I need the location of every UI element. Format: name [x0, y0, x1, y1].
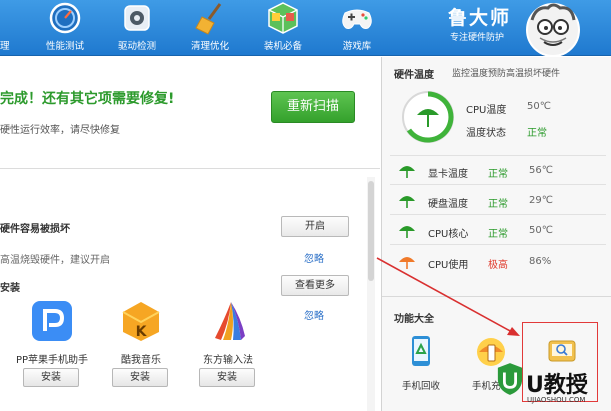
- brand: 鲁大师 专注硬件防护: [448, 3, 512, 43]
- divider: [390, 244, 606, 245]
- sensor-label: 硬盘温度: [428, 199, 468, 210]
- row1-desc: 高温烧毁硬件，建议开启: [0, 255, 110, 266]
- sensor-status: 正常: [488, 169, 508, 180]
- nav-label: 驱动检测: [117, 41, 156, 52]
- nav-item-driver[interactable]: 驱动检测: [108, 0, 166, 56]
- nav-item-games[interactable]: 游戏库: [328, 0, 386, 56]
- divider: [390, 214, 606, 215]
- tool-name: 手机回收: [401, 381, 440, 392]
- dongfang-input-icon: [215, 302, 245, 340]
- gear-icon: [124, 5, 150, 31]
- cpu-temp-value: 50℃: [527, 101, 551, 112]
- app-card-dongfang: 东方输入法 安装: [188, 300, 268, 387]
- app-name: 东方输入法: [203, 355, 253, 366]
- svg-text:K: K: [136, 324, 148, 340]
- phone-recycle-icon: [412, 336, 430, 366]
- kuwo-music-icon: K: [122, 302, 160, 341]
- watermark-logo: U教授 UJIAOSHOU.COM: [494, 356, 611, 411]
- nav-item-performance[interactable]: 性能测试: [36, 0, 94, 56]
- sensor-value: 56℃: [529, 165, 553, 176]
- sensor-value: 50℃: [529, 225, 553, 236]
- watermark-text: U教授: [526, 373, 588, 398]
- rescan-button[interactable]: 重新扫描: [271, 91, 355, 123]
- brand-name: 鲁大师: [448, 7, 512, 29]
- nav-label: 清理优化: [190, 41, 229, 52]
- ignore-link[interactable]: 忽略: [304, 250, 324, 265]
- app-name: PP苹果手机助手: [15, 355, 89, 366]
- enable-button[interactable]: 开启: [281, 216, 349, 237]
- nav-label: 理: [0, 41, 10, 52]
- sensor-status: 正常: [488, 229, 508, 240]
- repair-title: 完成！还有其它项需要修复!: [0, 91, 175, 107]
- sensor-status: 正常: [488, 199, 508, 210]
- mascot-avatar-icon[interactable]: [522, 0, 584, 56]
- sensor-label: 显卡温度: [428, 169, 468, 180]
- nav-label: 性能测试: [45, 41, 84, 52]
- temp-state-label: 温度状态: [466, 128, 506, 139]
- nav-item-essentials[interactable]: 装机必备: [254, 0, 312, 56]
- functions-title: 功能大全: [394, 314, 434, 325]
- broom-icon: [195, 3, 222, 35]
- scan-result-panel: 完成！还有其它项需要修复! 硬性运行效率，请尽快修复 重新扫描 硬件容易被损坏 …: [0, 57, 380, 411]
- divider: [390, 155, 606, 156]
- sensor-status: 极高: [488, 260, 508, 271]
- umbrella-icon: [399, 196, 415, 208]
- app-card-pp: PP苹果手机助手 安装: [12, 300, 92, 387]
- cube-icon: [268, 2, 298, 34]
- nav-item-cleanup[interactable]: 清理优化: [181, 0, 239, 56]
- row1-title: 硬件容易被损坏: [0, 224, 70, 235]
- app-name: 酷我音乐: [121, 355, 161, 366]
- ignore-link[interactable]: 忽略: [304, 307, 324, 322]
- umbrella-icon: [399, 166, 415, 178]
- speedometer-icon: [49, 2, 81, 34]
- hardware-title: 硬件温度: [394, 70, 434, 81]
- nav-item-partial[interactable]: 理: [0, 0, 40, 56]
- divider: [382, 296, 611, 297]
- sensor-label: CPU使用: [428, 260, 469, 271]
- install-button[interactable]: 安装: [23, 368, 79, 387]
- view-more-button[interactable]: 查看更多: [281, 275, 349, 296]
- watermark-sub: UJIAOSHOU.COM: [527, 396, 586, 404]
- tool-phone-recycle[interactable]: 手机回收: [391, 335, 451, 392]
- repair-subtitle: 硬性运行效率，请尽快修复: [0, 125, 120, 136]
- cpu-temp-label: CPU温度: [466, 105, 507, 116]
- top-toolbar: 理 性能测试 驱动检测 清理优化 装机必备 游戏库 鲁大师 专注硬件防护: [0, 0, 611, 56]
- install-button[interactable]: 安装: [199, 368, 255, 387]
- pp-assistant-icon: [32, 301, 72, 341]
- umbrella-warning-icon: [399, 257, 415, 269]
- temp-state-value: 正常: [527, 128, 547, 139]
- row2-title: 安装: [0, 283, 20, 294]
- sensor-label: CPU核心: [428, 229, 469, 240]
- app-card-kuwo: K 酷我音乐 安装: [101, 300, 181, 387]
- temperature-gauge-icon: [402, 91, 454, 143]
- hardware-desc: 监控温度预防高温损坏硬件: [452, 69, 561, 79]
- sensor-value: 86%: [529, 256, 552, 267]
- divider: [0, 168, 380, 169]
- nav-label: 装机必备: [263, 41, 302, 52]
- gamepad-icon: [342, 9, 372, 29]
- divider: [390, 184, 606, 185]
- nav-label: 游戏库: [342, 41, 372, 52]
- scrollbar-thumb[interactable]: [368, 181, 374, 281]
- install-button[interactable]: 安装: [112, 368, 168, 387]
- umbrella-icon: [399, 226, 415, 238]
- sensor-value: 29℃: [529, 195, 553, 206]
- shield-logo-icon: [497, 363, 523, 395]
